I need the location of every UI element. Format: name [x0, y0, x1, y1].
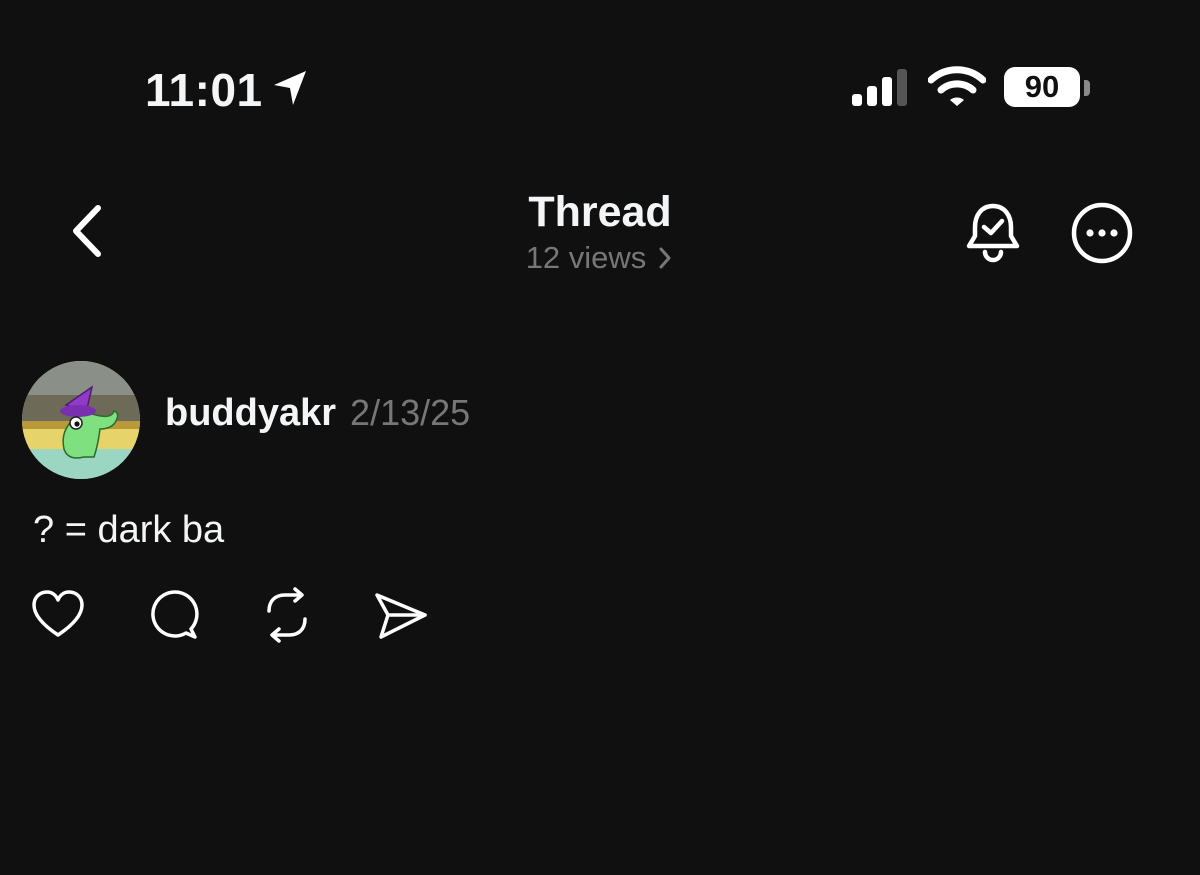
battery-cap [1084, 80, 1090, 96]
back-chevron-icon[interactable] [62, 200, 118, 262]
post-meta: buddyakr 2/13/25 [165, 392, 470, 435]
page-title: Thread [528, 188, 672, 236]
bell-check-icon[interactable] [963, 200, 1023, 264]
comment-icon[interactable] [143, 585, 203, 645]
post-actions [0, 585, 600, 655]
chevron-right-icon [659, 247, 671, 269]
avatar[interactable] [22, 361, 140, 479]
battery-icon: 90 [1004, 67, 1080, 107]
avatar-image [22, 361, 140, 479]
status-bar: 11:01 90 [0, 0, 1200, 150]
views-count: 12 views [525, 240, 647, 275]
post-date: 2/13/25 [350, 392, 471, 433]
views-link[interactable]: 12 views [400, 240, 800, 276]
wifi-icon [928, 66, 986, 106]
location-arrow-icon [274, 71, 306, 105]
cellular-signal-icon [852, 69, 907, 106]
share-icon[interactable] [371, 585, 431, 645]
heart-icon[interactable] [28, 585, 88, 645]
post-text: ? = dark ba [33, 509, 225, 551]
repost-icon[interactable] [257, 585, 317, 645]
more-options-icon[interactable] [1070, 201, 1134, 265]
post-username[interactable]: buddyakr [165, 392, 336, 435]
status-time: 11:01 [145, 64, 263, 116]
thread-header: Thread 12 views [0, 170, 1200, 290]
